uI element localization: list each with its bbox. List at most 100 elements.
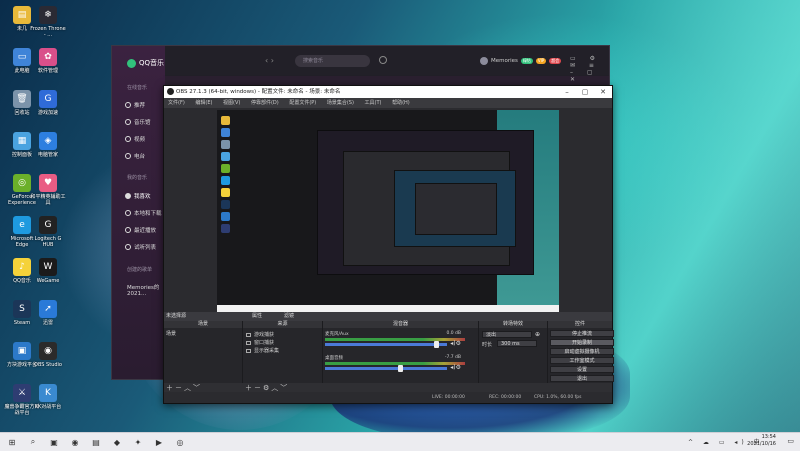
clock[interactable]: 13:54 2021/10/16 xyxy=(747,434,776,448)
stop-streaming-button[interactable]: 停止推流 xyxy=(550,330,614,337)
monitor-icon xyxy=(246,332,251,337)
speaker-icon[interactable]: ◂)⚙ xyxy=(450,364,461,371)
minimize-icon[interactable]: – xyxy=(558,86,576,98)
app-icon: ▦ xyxy=(13,132,31,150)
qq-window-controls[interactable]: ▭ ⚙ ✉ ≡ – ▢ ✕ xyxy=(570,55,609,83)
desktop-icon[interactable]: K KK对战平台 xyxy=(30,384,66,410)
close-icon[interactable]: ✕ xyxy=(594,86,612,98)
menu-docks[interactable]: 停靠部件(D) xyxy=(251,100,279,106)
app-icon: W xyxy=(39,258,57,276)
desktop-icon[interactable]: G Logitech G HUB xyxy=(30,216,66,248)
qq-nav-radio[interactable]: 电台 xyxy=(125,152,145,160)
maximize-icon[interactable]: ▢ xyxy=(576,86,594,98)
start-icon[interactable]: ⊞ xyxy=(6,436,18,448)
volume-slider[interactable] xyxy=(325,365,447,372)
desktop-icon[interactable]: ◉ OBS Studio xyxy=(30,342,66,368)
properties-button[interactable]: 属性 xyxy=(252,312,262,321)
source-item[interactable]: 窗口捕获 xyxy=(246,339,274,346)
studio-mode-button[interactable]: 工作室模式 xyxy=(550,357,614,364)
qq-playlist-item[interactable]: Memories的2021... xyxy=(127,283,165,297)
qq-mine-local[interactable]: 本地和下载 xyxy=(125,209,162,217)
desktop-icon-label: WeGame xyxy=(36,278,60,284)
scene-item[interactable]: 场景 xyxy=(166,330,176,337)
taskbar-app-icon[interactable]: ▶ xyxy=(153,436,165,448)
desktop-icon-label: OBS Studio xyxy=(34,362,62,368)
desktop-icon[interactable]: ➚ 迅雷 xyxy=(30,300,66,326)
transitions-dock: 转场特效 淡出 ⊕ 时长 300 ms xyxy=(479,321,548,383)
desktop-icon[interactable]: G 游戏加速 xyxy=(30,90,66,116)
avatar[interactable] xyxy=(480,57,488,65)
desktop-icon[interactable]: W WeGame xyxy=(30,258,66,284)
qq-group-online: 在线音乐 xyxy=(127,85,148,91)
virtual-camera-button[interactable]: 启动虚拟摄像机 xyxy=(550,348,614,355)
qq-user-info[interactable]: Memories 绿钻 VIP 超会 xyxy=(480,57,562,65)
obs-title-text: OBS 27.1.3 (64-bit, windows) - 配置文件: 未命名… xyxy=(176,89,341,95)
qq-logo: QQ音乐 xyxy=(127,58,164,68)
menu-tools[interactable]: 工具(T) xyxy=(365,100,382,106)
menu-profile[interactable]: 配置文件(P) xyxy=(289,100,316,106)
qq-nav-library[interactable]: 音乐馆 xyxy=(125,118,151,126)
volume-slider[interactable] xyxy=(325,341,447,348)
menu-help[interactable]: 帮助(H) xyxy=(392,100,410,106)
preview-nested-obs xyxy=(343,151,516,266)
menu-edit[interactable]: 编辑(E) xyxy=(195,100,212,106)
taskbar-app-icon[interactable]: ▣ xyxy=(48,436,60,448)
obs-preview[interactable] xyxy=(217,110,559,312)
source-label: 显示器采集 xyxy=(254,348,280,354)
mic-icon[interactable] xyxy=(379,56,387,64)
menu-scene-collection[interactable]: 场景集合(S) xyxy=(327,100,354,106)
preview-icon xyxy=(221,188,230,197)
notification-icon[interactable]: ▭ xyxy=(787,437,794,445)
scene-buttons[interactable]: ＋－︿﹀ xyxy=(166,383,202,393)
live-time: LIVE: 00:00:00 xyxy=(432,395,465,400)
taskbar: ⊞ ⌕ ▣ ◉ ▤ ◆ ✦ ▶ ◎ ^ ☁ ▭ ◂) 中 13:54 2021/10/16 ▭ xyxy=(0,432,800,451)
speaker-icon[interactable]: ◂)⚙ xyxy=(450,340,461,347)
slider-knob[interactable] xyxy=(398,365,403,372)
add-transition-icon[interactable]: ⊕ xyxy=(535,331,540,338)
qq-mine-trial[interactable]: 试听列表 xyxy=(125,243,156,251)
heart-icon xyxy=(125,193,131,199)
scenes-header: 场景 xyxy=(164,321,242,328)
qq-mine-liked[interactable]: 我喜欢 xyxy=(125,192,151,200)
source-item[interactable]: 游戏捕获 xyxy=(246,331,274,338)
audio-meter xyxy=(325,338,465,341)
list-icon xyxy=(125,244,131,250)
preview-icon xyxy=(221,128,230,137)
qq-mine-recent[interactable]: 最近播放 xyxy=(125,226,156,234)
desktop-icon[interactable]: ♥ 和平精英辅助工具 xyxy=(30,174,66,206)
taskbar-app-icon[interactable]: ▤ xyxy=(90,436,102,448)
app-icon: 🗑 xyxy=(13,90,31,108)
taskbar-app-icon[interactable]: ◎ xyxy=(174,436,186,448)
desktop-icon[interactable]: ◈ 电脑管家 xyxy=(30,132,66,158)
qq-search-input[interactable]: 搜索音乐 xyxy=(295,55,370,67)
qq-nav-video[interactable]: 视频 xyxy=(125,135,145,143)
preview-nested-qq xyxy=(317,130,534,275)
app-icon: ♥ xyxy=(39,174,57,192)
taskbar-app-icon[interactable]: ◉ xyxy=(69,436,81,448)
source-buttons[interactable]: ＋－⚙︿﹀ xyxy=(245,383,289,393)
desktop-icon[interactable]: ✿ 软件管理 xyxy=(30,48,66,74)
menu-view[interactable]: 视图(V) xyxy=(223,100,240,106)
qq-nav-recommend[interactable]: 推荐 xyxy=(125,101,145,109)
search-icon[interactable]: ⌕ xyxy=(27,436,39,448)
qq-back-forward[interactable]: ‹ › xyxy=(265,56,274,65)
desktop-icon-label: 游戏加速 xyxy=(37,110,58,116)
settings-button[interactable]: 设置 xyxy=(550,366,614,373)
source-item[interactable]: 显示器采集 xyxy=(246,347,279,354)
desktop-icon[interactable]: ❄ Frozen Throne - ... xyxy=(30,6,66,38)
duration-input[interactable]: 300 ms xyxy=(497,340,537,347)
exit-button[interactable]: 退出 xyxy=(550,375,614,382)
obs-window[interactable]: OBS 27.1.3 (64-bit, windows) - 配置文件: 未命名… xyxy=(163,85,614,404)
start-recording-button[interactable]: 开始录制 xyxy=(550,339,614,346)
preview-desktop-icons xyxy=(221,116,251,236)
filters-button[interactable]: 滤镜 xyxy=(284,312,294,321)
transition-select[interactable]: 淡出 xyxy=(482,331,532,338)
mixer-channel-db: 0.0 dB xyxy=(446,331,461,336)
cpu-fps: CPU: 1.0%, 60.00 fps xyxy=(534,395,582,400)
taskbar-app-icon[interactable]: ◆ xyxy=(111,436,123,448)
taskbar-app-icon[interactable]: ✦ xyxy=(132,436,144,448)
slider-knob[interactable] xyxy=(434,341,439,348)
menu-file[interactable]: 文件(F) xyxy=(168,100,185,106)
preview-icon xyxy=(221,152,230,161)
app-icon: ◈ xyxy=(39,132,57,150)
